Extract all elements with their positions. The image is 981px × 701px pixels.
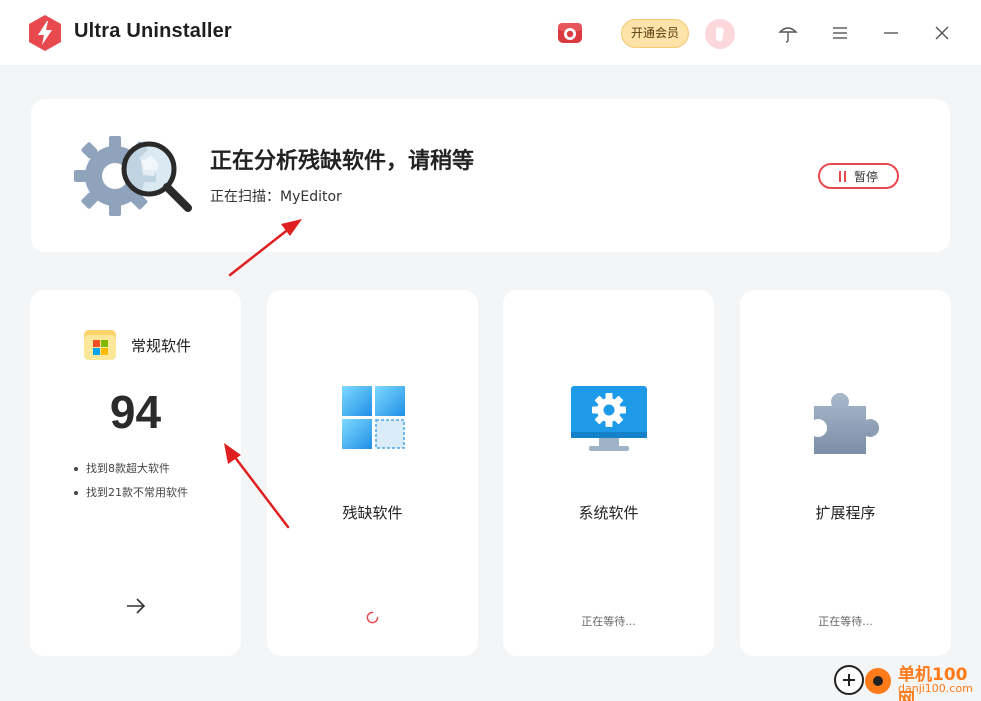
regular-software-count: 94 [109,386,162,438]
card-extensions-label: 扩展程序 [815,504,876,522]
folder-windows-icon [84,330,116,360]
card-extensions-status: 正在等待... [818,615,873,628]
arrow-right-icon[interactable] [125,595,147,617]
detail-large-software: 找到8款超大软件 [74,457,188,481]
camera-icon[interactable] [557,19,583,45]
scan-title: 正在分析残缺软件，请稍等 [210,149,475,174]
regular-details-list: 找到8款超大软件 找到21款不常用软件 [74,457,188,505]
puzzle-icon [813,392,879,454]
gear-magnifier-icon [74,136,192,216]
card-system-label: 系统软件 [578,504,639,522]
minimize-icon[interactable] [880,22,902,44]
app-title: Ultra Uninstaller [74,20,232,42]
pause-icon [838,170,846,182]
card-regular-label: 常规软件 [131,337,192,355]
pause-button[interactable]: 暂停 [818,163,899,189]
card-extensions[interactable]: 扩展程序 正在等待... [740,290,951,656]
card-broken-label: 残缺软件 [342,504,403,522]
user-avatar-icon [705,19,735,49]
card-broken-software[interactable]: 残缺软件 [267,290,478,656]
scan-panel: 正在分析残缺软件，请稍等 正在扫描：MyEditor 暂停 [31,99,950,252]
avatar[interactable] [705,19,735,49]
detail-unused-software: 找到21款不常用软件 [74,481,188,505]
card-system-software[interactable]: 系统软件 正在等待... [503,290,714,656]
pause-button-label: 暂停 [853,169,878,184]
card-regular-software[interactable]: 常规软件 94 找到8款超大软件 找到21款不常用软件 [30,290,241,656]
skin-icon[interactable] [777,22,799,44]
vip-button[interactable]: 开通会员 [621,19,689,48]
card-system-status: 正在等待... [581,615,636,628]
app-logo-icon [29,15,61,51]
title-bar: Ultra Uninstaller 开通会员 [0,0,981,66]
windows-grid-icon [341,386,405,449]
menu-icon[interactable] [829,22,851,44]
watermark-url: danji100.com [898,682,973,695]
loading-spinner-icon [366,611,379,624]
scan-status-text: 正在扫描：MyEditor [210,189,342,205]
monitor-gear-icon [570,386,647,451]
close-icon[interactable] [931,22,953,44]
